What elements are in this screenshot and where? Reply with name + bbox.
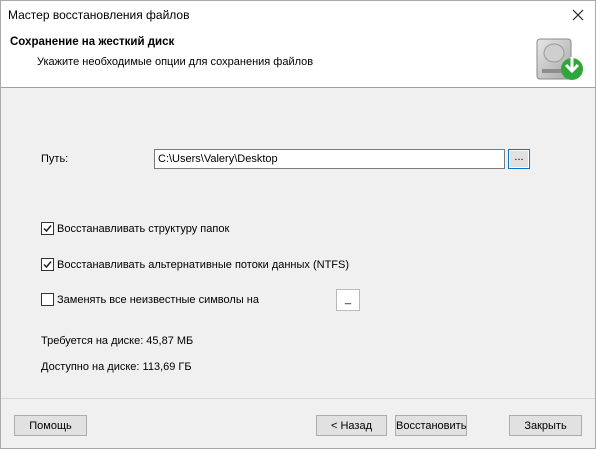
recovery-wizard-window: Мастер восстановления файлов Сохранение … bbox=[0, 0, 596, 449]
checkmark-icon bbox=[43, 261, 52, 269]
restore-structure-label[interactable]: Восстанавливать структуру папок bbox=[57, 223, 229, 235]
restore-streams-checkbox[interactable] bbox=[41, 258, 54, 271]
close-icon bbox=[572, 9, 584, 21]
restore-structure-checkbox[interactable] bbox=[41, 222, 54, 235]
checkmark-icon bbox=[43, 225, 52, 233]
disk-available-text: Доступно на диске: 113,69 ГБ bbox=[41, 361, 192, 373]
window-title: Мастер восстановления файлов bbox=[8, 8, 190, 22]
title-bar: Мастер восстановления файлов bbox=[1, 1, 595, 29]
footer-divider bbox=[1, 398, 595, 399]
wizard-header: Сохранение на жесткий диск Укажите необх… bbox=[1, 29, 595, 88]
path-label: Путь: bbox=[41, 153, 69, 165]
page-title: Сохранение на жесткий диск bbox=[10, 36, 175, 48]
close-window-button[interactable] bbox=[561, 1, 595, 29]
replacement-char-input[interactable]: _ bbox=[336, 289, 360, 311]
restore-streams-label[interactable]: Восстанавливать альтернативные потоки да… bbox=[57, 259, 349, 271]
back-button[interactable]: < Назад bbox=[316, 415, 387, 436]
close-button[interactable]: Закрыть bbox=[509, 415, 582, 436]
path-input[interactable]: C:\Users\Valery\Desktop bbox=[154, 149, 505, 169]
replace-symbols-label[interactable]: Заменять все неизвестные символы на bbox=[57, 294, 259, 306]
disk-required-text: Требуется на диске: 45,87 МБ bbox=[41, 335, 194, 347]
restore-button[interactable]: Восстановить bbox=[395, 415, 467, 436]
browse-button[interactable]: ... bbox=[508, 149, 530, 169]
replace-symbols-checkbox[interactable] bbox=[41, 293, 54, 306]
help-button[interactable]: Помощь bbox=[14, 415, 87, 436]
hard-drive-save-icon bbox=[536, 38, 583, 80]
page-subtitle: Укажите необходимые опции для сохранения… bbox=[37, 56, 314, 68]
